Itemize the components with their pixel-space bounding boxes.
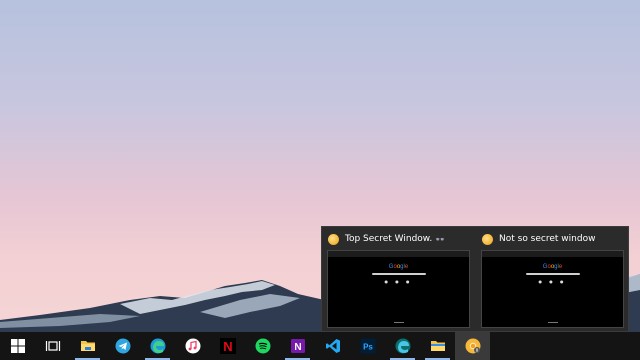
photoshop-button[interactable]: Ps: [350, 332, 385, 360]
footer-line: [394, 322, 404, 323]
spotify-button[interactable]: [245, 332, 280, 360]
photoshop-letters: Ps: [363, 343, 373, 352]
preview-thumbnail[interactable]: Google ● ● ●: [481, 250, 624, 328]
chrome-canary-button[interactable]: [455, 332, 490, 360]
photoshop-icon: Ps: [360, 338, 375, 354]
google-letter-e: e: [558, 264, 563, 270]
start-button[interactable]: [0, 332, 35, 360]
chrome-canary-icon: [328, 233, 339, 245]
folder-icon: [80, 341, 95, 351]
telegram-icon: [115, 338, 130, 354]
task-view-icon: [45, 341, 60, 351]
preview-title: Not so secret window: [499, 234, 596, 244]
search-bar: [372, 273, 426, 275]
task-view-button[interactable]: [35, 332, 70, 360]
windows-logo-icon: [10, 339, 25, 353]
edge-icon: [150, 338, 165, 354]
footer-line: [548, 322, 558, 323]
onenote-icon: N: [290, 339, 305, 353]
preview-header: Not so secret window: [482, 231, 595, 247]
file-explorer-button[interactable]: [70, 332, 105, 360]
browser-toolbar: [482, 251, 623, 257]
spotify-icon: [255, 338, 270, 354]
taskbar-thumbnail-previews: Top Secret Window. 👓 Google ● ● ● Not so…: [321, 226, 629, 332]
folder-icon: [430, 341, 445, 351]
incognito-icon: 👓: [435, 234, 446, 244]
chrome-canary-icon: [482, 233, 493, 245]
google-logo: Google: [328, 264, 469, 270]
shortcut-dots: ● ● ●: [538, 279, 567, 284]
browser-toolbar: [328, 251, 469, 257]
preview-title: Top Secret Window.: [345, 234, 433, 244]
edge-dev-button[interactable]: [385, 332, 420, 360]
window-preview-1[interactable]: Top Secret Window. 👓 Google ● ● ●: [322, 227, 476, 333]
shortcut-dots: ● ● ●: [384, 279, 413, 284]
vscode-icon: [325, 339, 340, 353]
edge-button[interactable]: [140, 332, 175, 360]
onenote-button[interactable]: N: [280, 332, 315, 360]
preview-thumbnail[interactable]: Google ● ● ●: [327, 250, 470, 328]
netflix-button[interactable]: N: [210, 332, 245, 360]
itunes-icon: [185, 338, 200, 354]
onenote-letter: N: [294, 342, 301, 353]
google-logo: Google: [482, 264, 623, 270]
chrome-canary-icon: [465, 338, 480, 354]
search-bar: [526, 273, 580, 275]
netflix-letter: N: [223, 339, 232, 354]
edge-dev-icon: [395, 338, 410, 354]
taskbar: N N Ps: [0, 332, 640, 360]
file-explorer-2-button[interactable]: [420, 332, 455, 360]
vscode-button[interactable]: [315, 332, 350, 360]
window-preview-2[interactable]: Not so secret window Google ● ● ●: [476, 227, 630, 333]
google-letter-e: e: [404, 264, 409, 270]
netflix-icon: N: [219, 338, 236, 354]
preview-header: Top Secret Window. 👓: [328, 231, 445, 247]
telegram-button[interactable]: [105, 332, 140, 360]
itunes-button[interactable]: [175, 332, 210, 360]
